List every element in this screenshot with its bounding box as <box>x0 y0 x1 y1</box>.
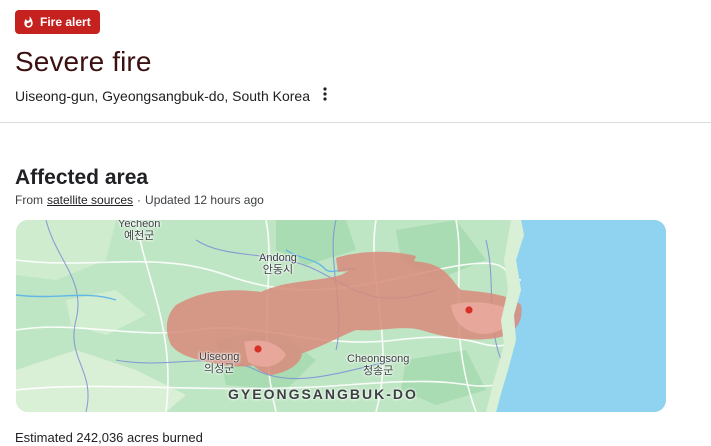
place-korean: 의성군 <box>203 363 235 375</box>
page-title: Severe fire <box>15 46 152 77</box>
source-prefix: From <box>15 193 43 207</box>
map-region-label: GYEONGSANGBUK-DO <box>228 386 418 402</box>
map-label-cheongsong: Cheongsong 청송군 <box>347 353 409 377</box>
fire-alert-label: Fire alert <box>40 15 91 29</box>
separator: · <box>137 193 142 207</box>
location-text: Uiseong-gun, Gyeongsangbuk-do, South Kor… <box>15 88 310 104</box>
map-graphic <box>16 220 666 412</box>
affected-area-title: Affected area <box>15 166 149 189</box>
satellite-sources-link[interactable]: satellite sources <box>47 193 133 207</box>
source-line: From satellite sources · Updated 12 hour… <box>15 193 264 207</box>
updated-text: Updated 12 hours ago <box>145 193 264 207</box>
more-vert-icon[interactable] <box>318 85 332 103</box>
fire-alert-chip: Fire alert <box>15 10 100 34</box>
place-name: Andong <box>259 252 297 264</box>
acres-burned-estimate: Estimated 242,036 acres burned <box>15 430 203 445</box>
map-label-yecheon: Yecheon 예천군 <box>118 220 160 242</box>
place-name: Uiseong <box>199 351 240 363</box>
place-name: Yecheon <box>118 220 161 230</box>
place-korean: 예천군 <box>124 230 155 242</box>
fire-icon <box>22 15 35 29</box>
place-korean: 안동시 <box>262 264 294 276</box>
map-label-uiseong: Uiseong 의성군 <box>199 351 239 375</box>
place-name: Cheongsong <box>347 353 410 365</box>
divider <box>0 122 711 123</box>
place-korean: 청송군 <box>363 365 394 377</box>
map-label-andong: Andong 안동시 <box>259 252 297 276</box>
affected-area-map[interactable]: Yecheon 예천군 Andong 안동시 Uiseong 의성군 Cheon… <box>16 220 666 412</box>
